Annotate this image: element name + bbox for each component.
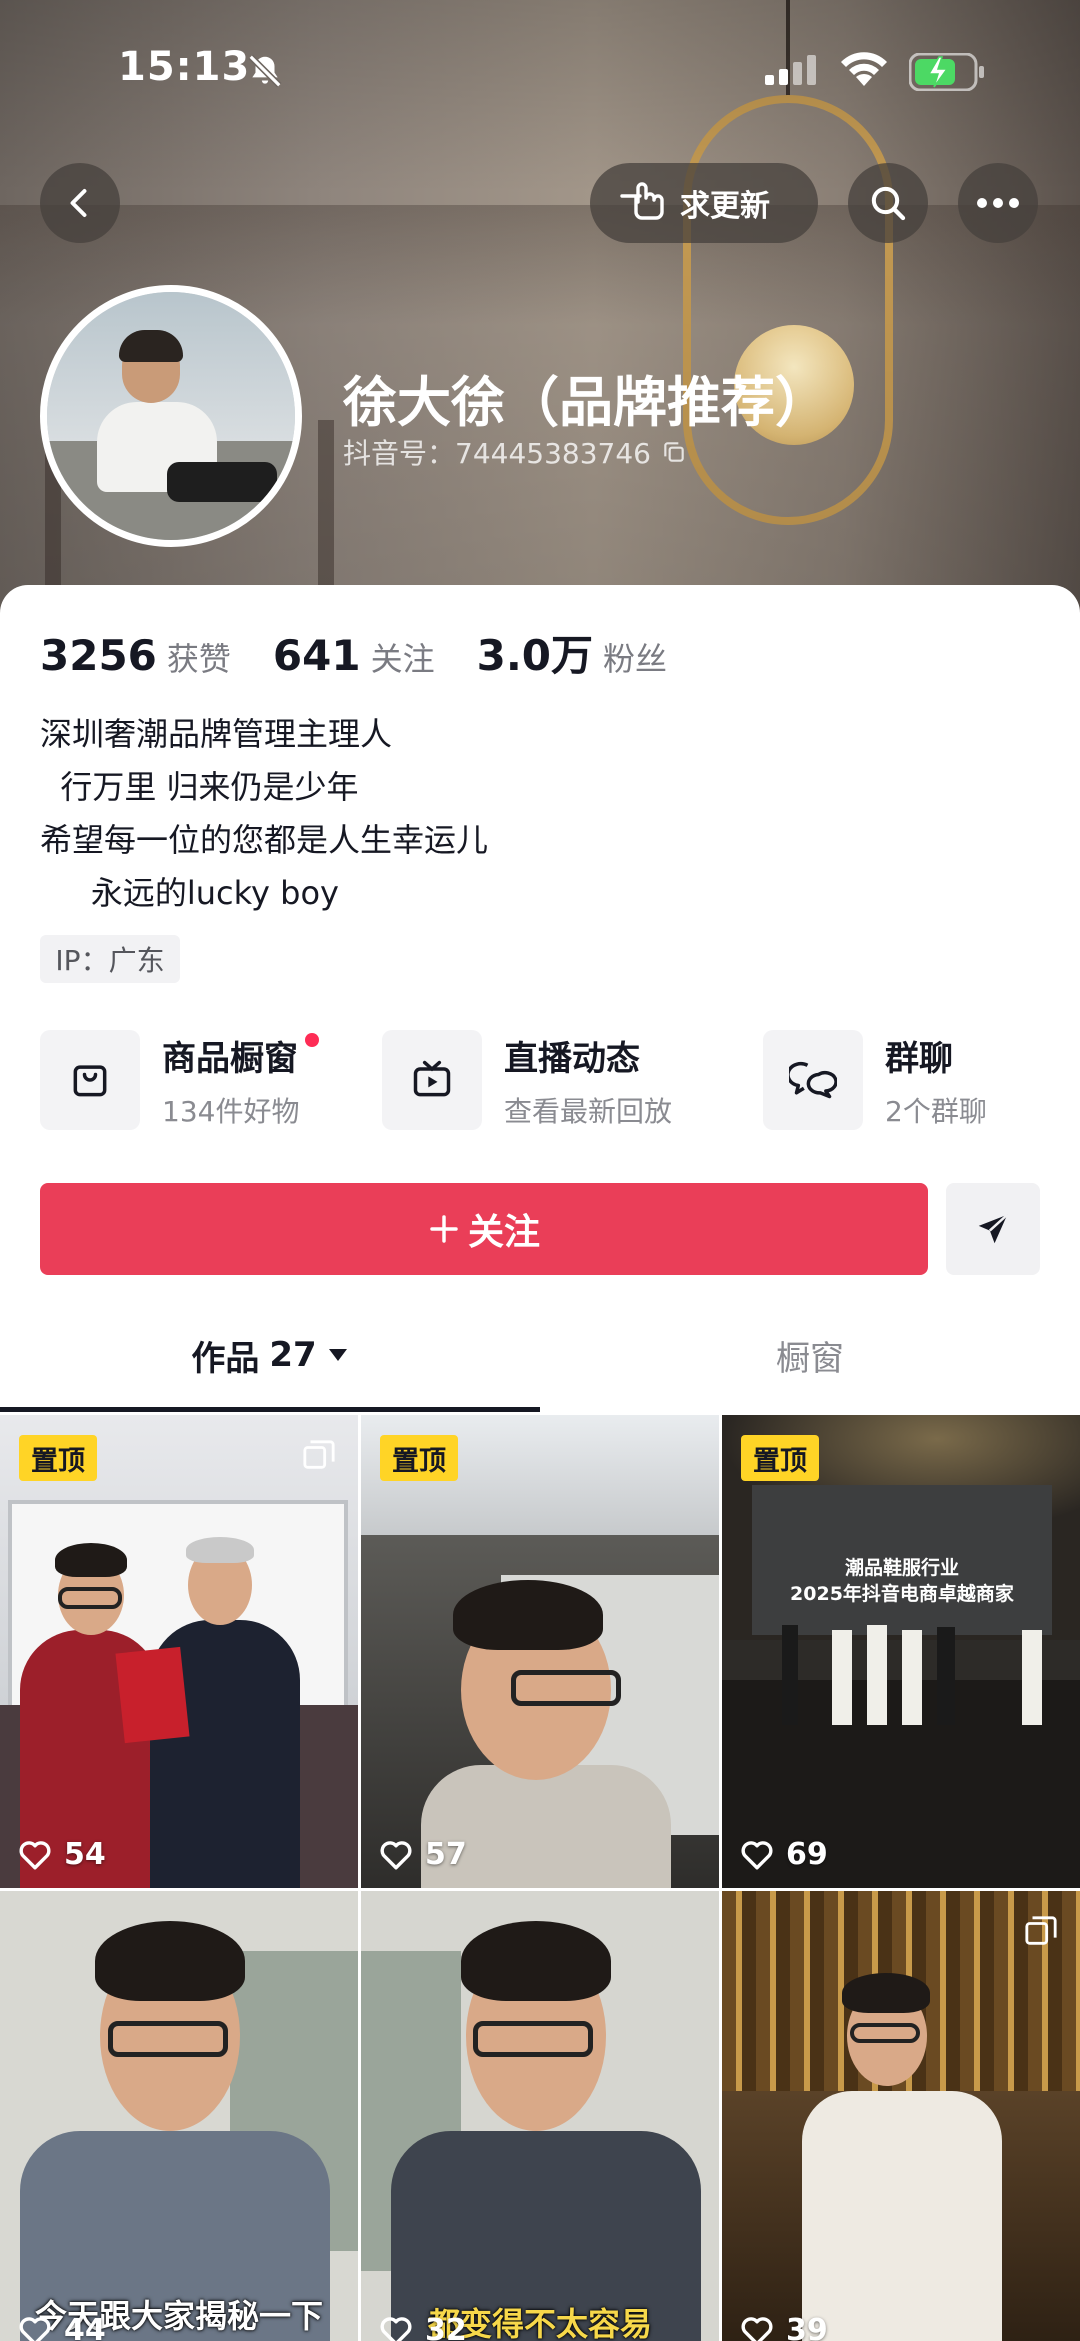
entry-group-chat-subtitle: 2个群聊 [885,1094,987,1128]
heart-outline-icon [18,2315,52,2341]
search-icon [868,183,908,223]
video-thumbnail[interactable]: 置顶 54 [0,1415,358,1888]
share-button[interactable] [946,1183,1040,1275]
search-button[interactable] [848,163,928,243]
status-time: 15:13 [118,44,251,90]
battery-charging-icon [909,53,987,91]
follow-label: 关注 [467,1212,540,1253]
video-likes-count: 32 [425,2313,467,2341]
likes-label: 获赞 [166,640,231,678]
entry-showcase-title: 商品橱窗 [162,1031,320,1080]
copy-icon[interactable] [661,439,687,465]
back-arrow-icon [62,185,98,221]
wifi-icon [838,50,890,88]
video-likes: 54 [18,1837,106,1872]
tv-icon [382,1030,482,1130]
heart-outline-icon [379,2315,413,2341]
video-thumbnail[interactable]: 置顶 57 [361,1415,719,1888]
video-likes-count: 39 [786,2313,828,2341]
new-badge-dot [305,1032,320,1047]
tab-window-label: 橱窗 [776,1338,844,1379]
caret-down-icon [327,1347,349,1363]
cell-signal-icon [765,55,825,85]
send-icon [974,1210,1012,1248]
profile-nickname: 徐大徐（品牌推荐） [343,371,829,434]
tab-works-count: 27 [269,1335,317,1375]
pinned-badge: 置顶 [741,1435,819,1481]
likes-count[interactable]: 3256 [40,631,157,680]
video-thumbnail[interactable]: 都变得不太容易 32 [361,1891,719,2341]
request-update-button[interactable]: 求更新 [590,163,818,243]
followers-count[interactable]: 3.0万 [477,622,593,683]
video-likes: 69 [740,1837,828,1872]
entry-live-subtitle: 查看最新回放 [504,1094,673,1128]
more-dots-icon [976,197,1020,209]
more-button[interactable] [958,163,1038,243]
tab-works-label: 作品 [191,1338,260,1379]
request-update-label: 求更新 [680,189,770,224]
video-likes-count: 54 [64,1837,106,1872]
avatar[interactable] [40,285,302,547]
video-likes-count: 57 [425,1837,467,1872]
event-backdrop-text: 潮品鞋服行业 2025年抖音电商卓越商家 [790,1557,1014,1605]
entry-live-title: 直播动态 [504,1038,640,1079]
video-thumbnail[interactable]: 39 [722,1891,1080,2341]
shopping-bag-icon [40,1030,140,1130]
douyin-id-row: 抖音号：74445383746 [343,432,687,472]
tab-window[interactable]: 橱窗 [540,1305,1080,1405]
heart-outline-icon [740,2315,774,2341]
entry-group-chat[interactable]: 群聊 2个群聊 [763,1030,987,1130]
silent-bell-icon [246,52,284,90]
heart-outline-icon [740,1839,774,1871]
status-bar: 15:13 [0,0,1080,140]
plus-icon [428,1213,460,1245]
video-likes: 44 [18,2313,106,2341]
pointing-hand-icon [618,182,668,224]
profile-bio: 深圳奢潮品牌管理主理人 行万里 归来仍是少年 希望每一位的您都是人生幸运儿 永远… [40,715,489,912]
video-likes-count: 44 [64,2313,106,2341]
video-likes: 32 [379,2313,467,2341]
entry-showcase[interactable]: 商品橱窗 134件好物 [40,1030,320,1130]
stats-row: 3256 获赞 641 关注 3.0万 粉丝 [40,622,709,683]
heart-outline-icon [379,1839,413,1871]
chat-bubbles-icon [763,1030,863,1130]
following-label: 关注 [370,640,435,678]
video-likes: 57 [379,1837,467,1872]
tab-active-indicator [0,1407,540,1412]
back-button[interactable] [40,163,120,243]
heart-outline-icon [18,1839,52,1871]
pinned-badge: 置顶 [19,1435,97,1481]
follow-button[interactable]: 关注 [40,1183,928,1275]
multi-image-icon [302,1439,336,1473]
entry-group-chat-title: 群聊 [885,1038,953,1079]
ip-location-tag: IP：广东 [40,935,180,983]
tab-works[interactable]: 作品 27 [0,1305,540,1405]
video-likes-count: 69 [786,1837,828,1872]
video-likes: 39 [740,2313,828,2341]
entry-live[interactable]: 直播动态 查看最新回放 [382,1030,672,1130]
video-thumbnail[interactable]: 潮品鞋服行业 2025年抖音电商卓越商家 置顶 69 [722,1415,1080,1888]
content-tabs: 作品 27 橱窗 [0,1305,1080,1415]
pinned-badge: 置顶 [380,1435,458,1481]
following-count[interactable]: 641 [273,631,361,680]
douyin-id: 抖音号：74445383746 [343,437,651,470]
multi-image-icon [1024,1915,1058,1949]
video-thumbnail[interactable]: 今天跟大家揭秘一下 44 [0,1891,358,2341]
entry-showcase-subtitle: 134件好物 [162,1094,300,1128]
followers-label: 粉丝 [603,640,668,678]
